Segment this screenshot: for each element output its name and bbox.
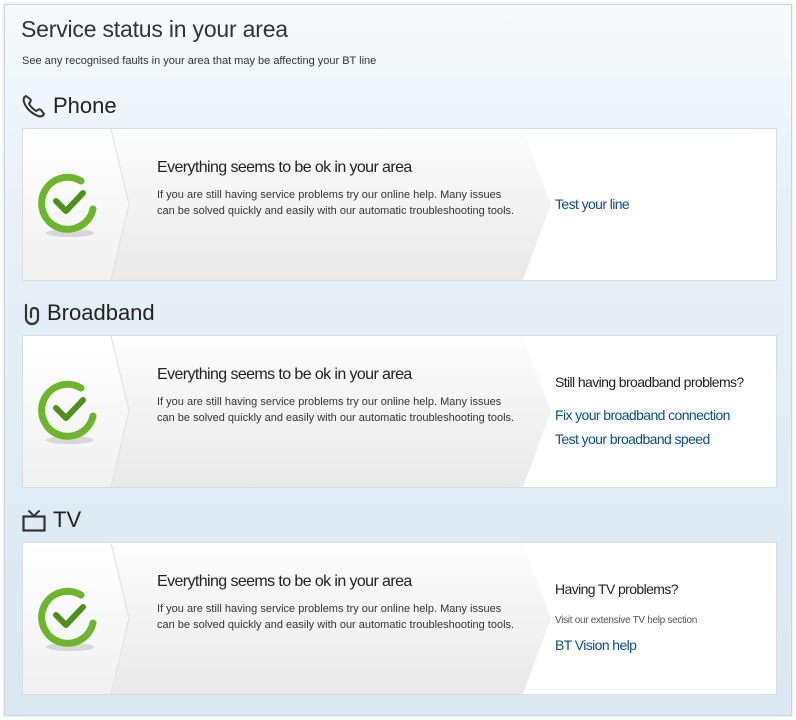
check-circle-icon (38, 173, 97, 237)
status-description: If you are still having service problems… (157, 396, 515, 424)
section-heading-phone: Phone (21, 92, 117, 120)
page-subtitle: See any recognised faults in your area t… (22, 55, 377, 67)
status-card-phone: Everything seems to be ok in your area I… (22, 128, 777, 281)
test-your-line-link[interactable]: Test your line (555, 196, 630, 212)
tv-help-heading: Having TV problems? (555, 581, 679, 597)
tv-icon (21, 507, 47, 533)
broadband-icon (21, 300, 41, 326)
check-circle-icon (38, 587, 97, 651)
status-title: Everything seems to be ok in your area (157, 573, 412, 590)
test-broadband-speed-link[interactable]: Test your broadband speed (555, 431, 710, 447)
tv-help-note: Visit our extensive TV help section (555, 615, 697, 626)
section-heading-tv: TV (21, 506, 81, 534)
broadband-help-panel: Still having broadband problems? Fix you… (555, 336, 775, 487)
section-label-tv: TV (53, 507, 82, 532)
section-label-broadband: Broadband (47, 300, 155, 325)
check-circle-icon (38, 380, 97, 444)
status-description: If you are still having service problems… (157, 603, 515, 631)
phone-handset-icon (21, 93, 47, 119)
status-card-broadband: Everything seems to be ok in your area I… (22, 335, 777, 488)
status-card-tv: Everything seems to be ok in your area I… (22, 542, 777, 695)
page-title: Service status in your area (21, 16, 288, 42)
status-description: If you are still having service problems… (157, 189, 515, 217)
phone-help-panel: Test your line (555, 129, 775, 280)
fix-broadband-connection-link[interactable]: Fix your broadband connection (555, 407, 730, 423)
bt-vision-help-link[interactable]: BT Vision help (555, 637, 637, 653)
tv-help-panel: Having TV problems? Visit our extensive … (555, 543, 775, 694)
status-title: Everything seems to be ok in your area (157, 159, 412, 176)
status-title: Everything seems to be ok in your area (157, 366, 412, 383)
broadband-help-heading: Still having broadband problems? (555, 374, 744, 390)
section-heading-broadband: Broadband (21, 299, 155, 327)
section-label-phone: Phone (53, 93, 117, 118)
